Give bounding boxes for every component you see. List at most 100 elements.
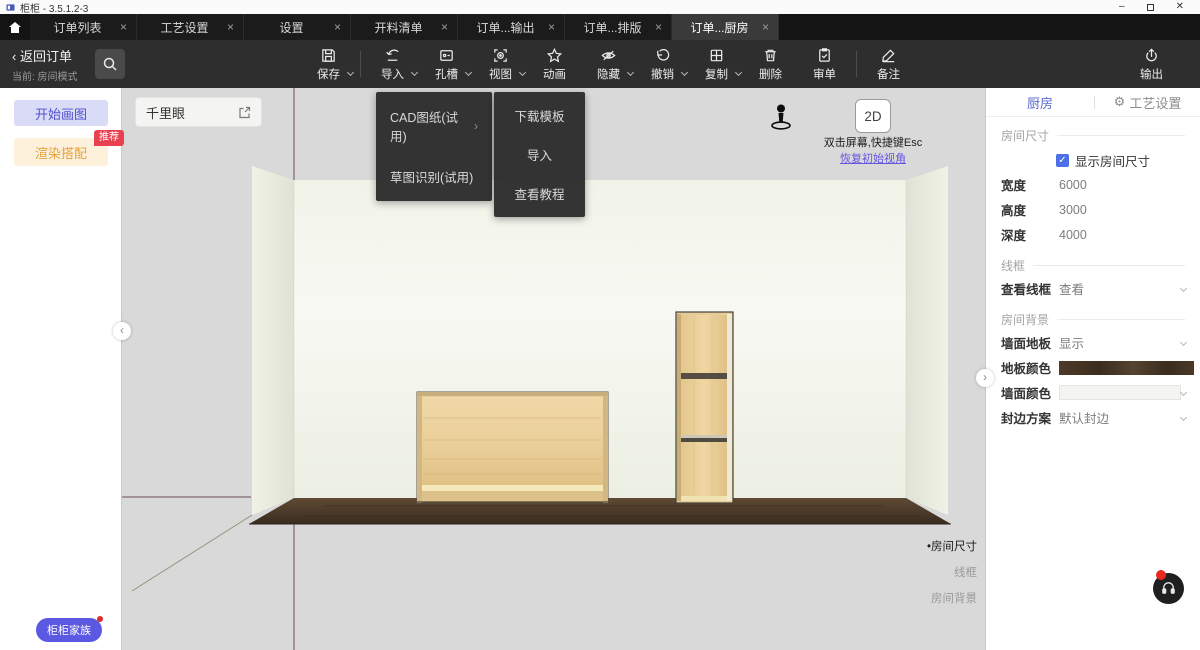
menu-item-cad-drawing[interactable]: CAD图纸(试用) ›	[376, 96, 492, 156]
output-button[interactable]: 输出	[1129, 42, 1174, 86]
clairvoyance-search-box[interactable]: 千里眼	[135, 97, 262, 127]
minimize-button[interactable]: –	[1119, 2, 1125, 12]
notification-dot	[1156, 570, 1166, 580]
render-match-button[interactable]: 渲染搭配 推荐	[14, 138, 108, 166]
wall-floor-row[interactable]: 墙面地板 显示	[986, 330, 1200, 355]
import-dropdown-menu: CAD图纸(试用) › 草图识别(试用)	[376, 92, 492, 201]
chevron-down-icon[interactable]	[1180, 389, 1187, 396]
wall-color-row[interactable]: 墙面颜色	[986, 380, 1200, 405]
show-room-size-row[interactable]: ✓ 显示房间尺寸	[986, 148, 1200, 172]
save-button[interactable]: 保存	[306, 42, 351, 86]
collapse-panel-button[interactable]: ›	[976, 369, 994, 387]
wall-color-swatch[interactable]	[1059, 385, 1181, 400]
tab-order-layout[interactable]: 订单...排版 ×	[565, 14, 672, 40]
view-button[interactable]: 视图	[478, 42, 523, 86]
hole-slot-icon	[438, 47, 455, 64]
checkbox-checked-icon[interactable]: ✓	[1056, 154, 1069, 167]
menu-item-import[interactable]: 导入	[494, 135, 585, 174]
edge-banding-row[interactable]: 封边方案 默认封边	[986, 405, 1200, 430]
menu-item-download-template[interactable]: 下载模板	[494, 96, 585, 135]
panel-tab-kitchen[interactable]: 厨房	[986, 93, 1094, 112]
hide-button[interactable]: 隐藏	[586, 42, 631, 86]
eye-off-icon	[600, 47, 617, 64]
legend-room-size[interactable]: •房间尺寸	[927, 538, 977, 554]
view-wireframe-row[interactable]: 查看线框 查看	[986, 276, 1200, 301]
review-order-button[interactable]: 审单	[802, 42, 847, 86]
legend-room-background[interactable]: 房间背景	[927, 590, 977, 606]
tab-close-icon[interactable]: ×	[548, 20, 555, 34]
import-button[interactable]: 导入	[370, 42, 415, 86]
reset-view-link[interactable]: 恢复初始视角	[783, 150, 963, 166]
delete-button[interactable]: 删除	[748, 42, 793, 86]
tab-close-icon[interactable]: ×	[441, 20, 448, 34]
axis-line-diagonal	[132, 515, 252, 591]
customer-service-button[interactable]	[1153, 573, 1184, 604]
legend-wireframe[interactable]: 线框	[927, 564, 977, 580]
menu-item-sketch-recognition[interactable]: 草图识别(试用)	[376, 156, 492, 197]
walkthrough-person-icon[interactable]	[772, 105, 790, 129]
tab-order-output[interactable]: 订单...输出 ×	[458, 14, 565, 40]
view-icon	[492, 47, 509, 64]
current-mode-label: 当前: 房间模式	[12, 68, 78, 83]
menu-item-view-tutorial[interactable]: 查看教程	[494, 174, 585, 213]
tab-close-icon[interactable]: ×	[655, 20, 662, 34]
tab-cutting-list[interactable]: 开料清单 ×	[351, 14, 458, 40]
chevron-down-icon[interactable]	[1180, 285, 1187, 292]
note-button[interactable]: 备注	[866, 42, 911, 86]
chevron-down-icon[interactable]	[347, 69, 354, 76]
clipboard-check-icon	[816, 47, 833, 64]
back-to-order-button[interactable]: ‹ 返回订单 当前: 房间模式	[12, 46, 78, 83]
export-icon	[1143, 47, 1160, 64]
restore-button[interactable]	[1147, 4, 1154, 11]
undo-button[interactable]: 撤销	[640, 42, 685, 86]
height-value[interactable]: 3000	[1059, 203, 1087, 217]
width-value[interactable]: 6000	[1059, 178, 1087, 192]
app-logo-icon	[6, 3, 15, 12]
submenu-arrow-icon: ›	[474, 119, 478, 133]
hole-slot-button[interactable]: 孔槽	[424, 42, 469, 86]
tab-close-icon[interactable]: ×	[762, 20, 769, 34]
copy-button[interactable]: 复制	[694, 42, 739, 86]
save-icon	[320, 47, 337, 64]
tab-order-list[interactable]: 订单列表 ×	[30, 14, 137, 40]
section-legend: •房间尺寸 线框 房间背景	[927, 538, 977, 616]
cabinet-tall	[676, 312, 733, 503]
cabinet-wide	[417, 392, 608, 503]
chevron-down-icon[interactable]	[411, 69, 418, 76]
chevron-down-icon[interactable]	[735, 69, 742, 76]
view-2d-button[interactable]: 2D	[855, 99, 891, 133]
left-wall	[252, 166, 294, 515]
floor-color-row[interactable]: 地板颜色	[986, 355, 1200, 380]
depth-value[interactable]: 4000	[1059, 228, 1087, 242]
section-wireframe: 线框	[1001, 257, 1185, 274]
family-button[interactable]: 柜柜家族	[36, 618, 102, 642]
panel-tab-craft-settings[interactable]: ⚙ 工艺设置	[1095, 93, 1200, 112]
trash-icon	[762, 47, 779, 64]
tab-close-icon[interactable]: ×	[227, 20, 234, 34]
chevron-down-icon[interactable]	[519, 69, 526, 76]
copy-icon	[708, 47, 725, 64]
tab-craft-settings[interactable]: 工艺设置 ×	[137, 14, 244, 40]
tab-order-kitchen[interactable]: 订单...厨房 ×	[672, 14, 779, 40]
chevron-down-icon[interactable]	[1180, 414, 1187, 421]
start-drawing-button[interactable]: 开始画图	[14, 100, 108, 126]
chevron-down-icon[interactable]	[465, 69, 472, 76]
screen-hint-text: 双击屏幕,快捷键Esc	[783, 134, 963, 150]
collapse-sidebar-button[interactable]: ‹	[113, 322, 131, 340]
animation-button[interactable]: 动画	[532, 42, 577, 86]
design-canvas[interactable]: 千里眼 CAD图纸(试用) › 草图识别(试用) 下载模板 导入 查看教程 2D…	[122, 88, 985, 650]
chevron-down-icon[interactable]	[627, 69, 634, 76]
floor-color-swatch[interactable]	[1059, 361, 1194, 375]
search-button[interactable]	[95, 49, 125, 79]
chevron-down-icon[interactable]	[681, 69, 688, 76]
section-room-size: 房间尺寸	[1001, 127, 1185, 144]
window-titlebar: 柜柜 - 3.5.1.2-3 – ✕	[0, 0, 1200, 14]
external-link-icon[interactable]	[238, 106, 251, 119]
close-button[interactable]: ✕	[1176, 2, 1184, 12]
pencil-icon	[880, 47, 897, 64]
tab-close-icon[interactable]: ×	[334, 20, 341, 34]
chevron-down-icon[interactable]	[1180, 339, 1187, 346]
tab-settings[interactable]: 设置 ×	[244, 14, 351, 40]
home-icon[interactable]	[0, 14, 30, 40]
tab-close-icon[interactable]: ×	[120, 20, 127, 34]
